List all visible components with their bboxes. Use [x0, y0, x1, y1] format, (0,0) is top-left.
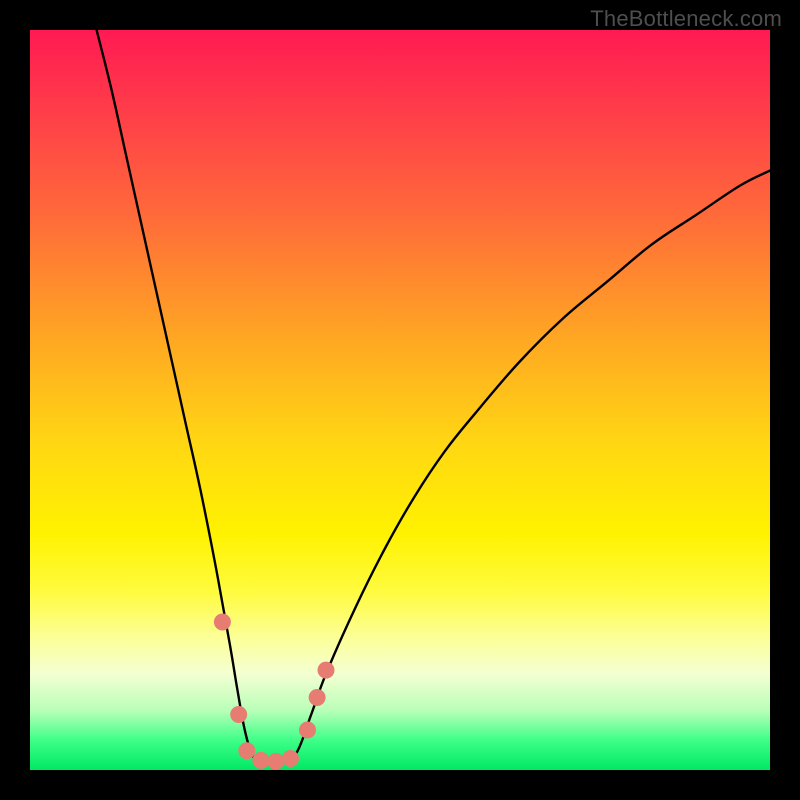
data-marker — [299, 722, 316, 739]
chart-frame: TheBottleneck.com — [0, 0, 800, 800]
bottleneck-curve — [97, 30, 770, 762]
data-marker — [230, 706, 247, 723]
data-marker — [238, 742, 255, 759]
data-marker — [214, 614, 231, 631]
data-marker — [282, 750, 299, 767]
curve-svg — [30, 30, 770, 770]
data-marker — [318, 662, 335, 679]
data-markers — [214, 614, 335, 770]
data-marker — [267, 753, 284, 770]
data-marker — [252, 752, 269, 769]
plot-area — [30, 30, 770, 770]
watermark-text: TheBottleneck.com — [590, 6, 782, 32]
data-marker — [309, 689, 326, 706]
